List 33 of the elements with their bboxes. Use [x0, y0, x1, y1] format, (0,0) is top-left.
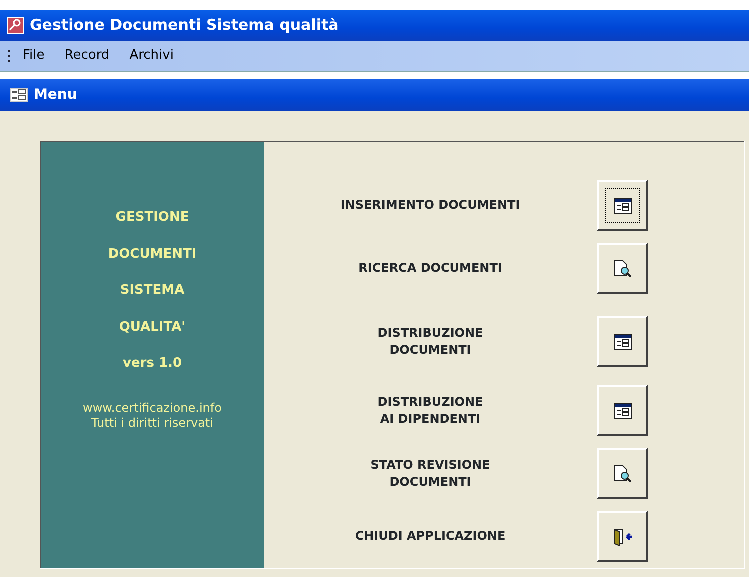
menu-label: DISTRIBUZIONE DOCUMENTI — [376, 324, 484, 358]
menu-label: INSERIMENTO DOCUMENTI — [340, 197, 522, 214]
form-icon — [614, 402, 632, 419]
menu-button[interactable] — [597, 448, 648, 500]
form-title: Menu — [34, 86, 78, 105]
grip-icon — [8, 50, 11, 62]
side-title-line: QUALITA' — [119, 318, 186, 337]
menu-label: STATO REVISIONE DOCUMENTI — [370, 456, 492, 490]
side-title-line: vers 1.0 — [123, 355, 182, 374]
form-icon — [614, 198, 632, 214]
form-icon — [10, 88, 28, 102]
menu-button[interactable] — [597, 316, 648, 368]
menu-item[interactable]: Archivi — [122, 44, 182, 68]
side-title-line: DOCUMENTI — [108, 246, 197, 264]
menu-item[interactable]: Record — [56, 44, 118, 68]
app-icon — [7, 16, 24, 34]
menu-label: DISTRIBUZIONE AI DIPENDENTI — [376, 394, 484, 428]
window-title: Gestione Documenti Sistema qualità — [30, 15, 339, 36]
menu-button[interactable] — [597, 180, 648, 232]
side-title-line: SISTEMA — [120, 282, 185, 300]
menu-button[interactable] — [597, 385, 648, 436]
side-title-line: GESTIONE — [116, 209, 190, 228]
footer-text: www.certificazione.info — [83, 400, 222, 416]
footer-text: Tutti i diritti riservati — [90, 416, 214, 431]
menu-label: RICERCA DOCUMENTI — [358, 260, 504, 277]
door-exit-icon — [612, 528, 632, 546]
menu-button[interactable] — [597, 243, 648, 294]
menu-button[interactable] — [597, 511, 648, 562]
menu-label: CHIUDI APPLICAZIONE — [354, 528, 507, 545]
document-search-icon — [614, 464, 632, 483]
document-search-icon — [614, 260, 632, 278]
form-icon — [614, 334, 632, 350]
menu-item[interactable]: File — [15, 44, 53, 68]
